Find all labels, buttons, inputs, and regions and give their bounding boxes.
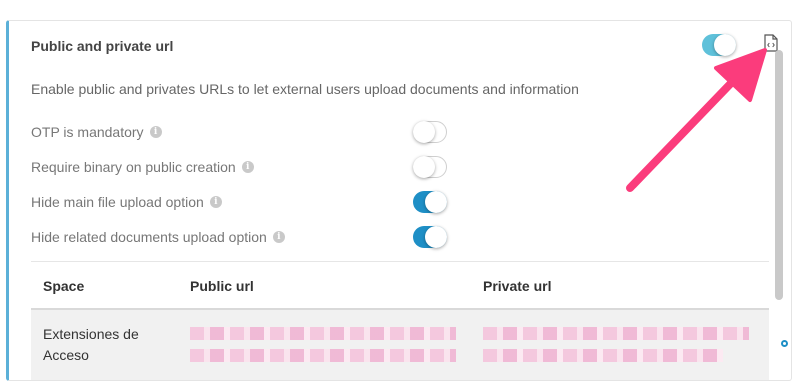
arrow-annotation xyxy=(626,48,767,192)
